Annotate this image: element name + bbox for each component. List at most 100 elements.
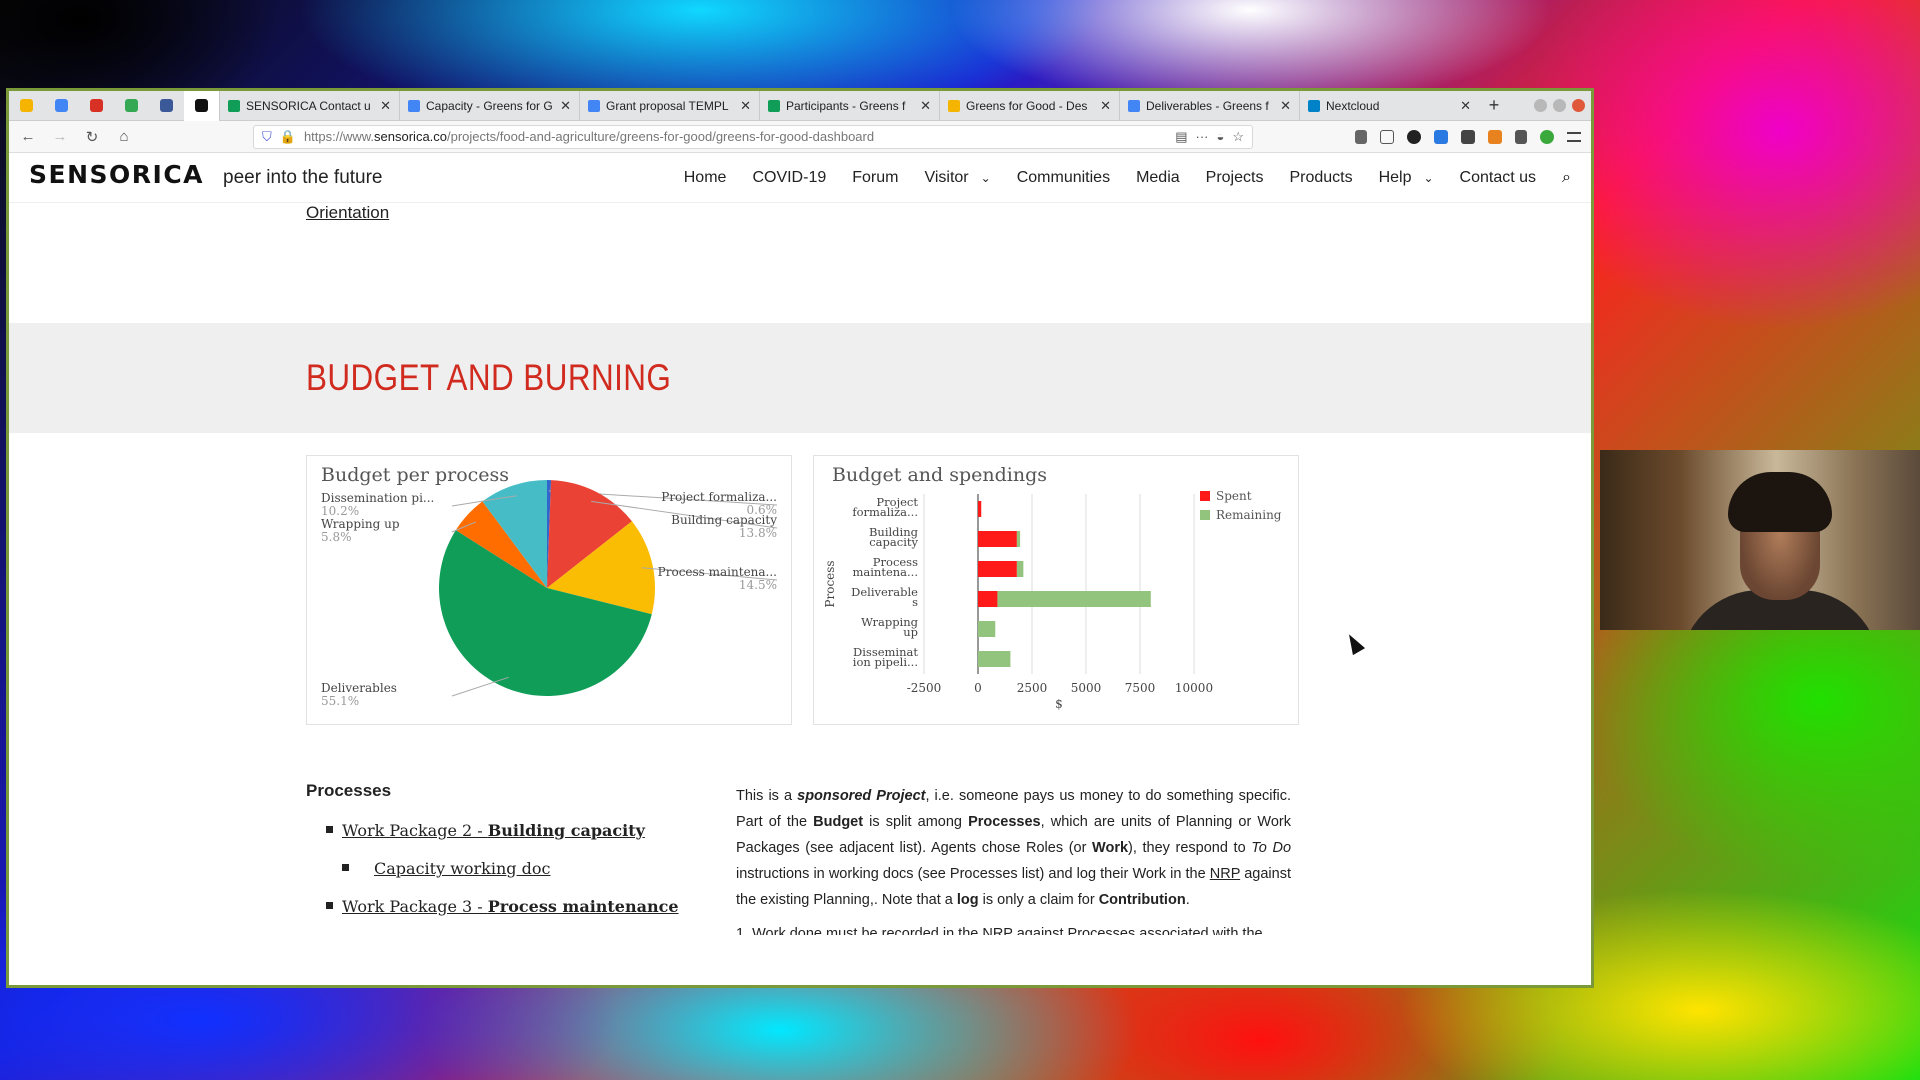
menu-item-home[interactable]: Home (684, 169, 727, 187)
section-title: BUDGET AND BURNING (306, 357, 672, 398)
toolbar-extensions (1355, 129, 1585, 144)
bar-spent[interactable] (978, 561, 1017, 577)
bar-chart[interactable]: Budget and spendings -2500 0 2500 5000 7500 10… (814, 456, 1300, 726)
maximize-icon[interactable] (1553, 99, 1566, 112)
menu-item-communities[interactable]: Communities (1017, 169, 1110, 187)
qr-icon[interactable] (1461, 129, 1475, 144)
pinned-tab-forms-icon[interactable] (149, 91, 184, 121)
bar-remaining[interactable] (1016, 531, 1021, 547)
main-menu: Home COVID-19 Forum Visitor ⌄ Communities Medi… (684, 169, 1536, 187)
forward-icon[interactable]: → (47, 128, 73, 145)
bar-remaining[interactable] (997, 591, 1151, 607)
bar-spent[interactable] (978, 591, 998, 607)
extension-blue-icon[interactable] (1434, 129, 1448, 144)
metamask-icon[interactable] (1488, 129, 1502, 144)
pie-percent: 55.1% (321, 694, 359, 708)
shield-icon[interactable]: ⛉ (262, 129, 272, 145)
person-hair (1728, 472, 1832, 532)
process-link[interactable]: Work Package 2 - Building capacity (342, 821, 645, 840)
tab-title: Capacity - Greens for G (426, 98, 553, 113)
extension-green-icon[interactable] (1540, 129, 1554, 144)
site-header: SENSORICA peer into the future Home COVID… (9, 153, 1591, 203)
menu-item-covid-19[interactable]: COVID-19 (752, 169, 826, 187)
navigation-bar: ← → ↻ ⌂ ⛉ 🔒 https://www.sensorica.co/pro… (9, 121, 1591, 153)
close-tab-icon[interactable]: ✕ (740, 98, 751, 114)
close-tab-icon[interactable]: ✕ (920, 98, 931, 114)
close-tab-icon[interactable]: ✕ (380, 98, 391, 114)
close-tab-icon[interactable]: ✕ (1460, 98, 1471, 114)
menu-item-help[interactable]: Help (1379, 169, 1412, 187)
legend-swatch (1200, 491, 1210, 501)
bar-spent[interactable] (978, 531, 1017, 547)
pinned-tab-sensorica-icon[interactable] (184, 91, 219, 121)
search-icon[interactable]: ⌕ (1562, 169, 1571, 187)
browser-tab[interactable]: Participants - Greens f ✕ (759, 91, 939, 120)
docs-icon (588, 99, 600, 112)
browser-window: SENSORICA Contact u ✕ Capacity - Greens fo… (6, 88, 1594, 988)
menu-item-contact-us[interactable]: Contact us (1460, 169, 1536, 187)
chevron-down-icon[interactable]: ⌄ (1423, 171, 1433, 185)
bar-remaining[interactable] (978, 621, 996, 637)
close-tab-icon[interactable]: ✕ (1100, 98, 1111, 114)
docs-icon (1128, 99, 1140, 112)
process-link[interactable]: Work Package 3 - Process maintenance (342, 897, 679, 916)
x-tick-label: 5000 (1071, 681, 1102, 695)
pinned-tab-drive-icon[interactable] (9, 91, 44, 121)
extension-dark-icon[interactable] (1407, 129, 1421, 144)
pie-percent: 5.8% (321, 530, 352, 544)
x-tick-label: 2500 (1017, 681, 1048, 695)
menu-item-media[interactable]: Media (1136, 169, 1180, 187)
menu-item-forum[interactable]: Forum (852, 169, 898, 187)
y-category-label: Deliverable (851, 585, 918, 599)
reader-view-icon[interactable]: ▤ (1175, 129, 1187, 145)
menu-icon[interactable] (1567, 131, 1581, 142)
browser-tab[interactable]: Grant proposal TEMPL ✕ (579, 91, 759, 120)
sidebar-icon[interactable] (1380, 129, 1394, 144)
close-tab-icon[interactable]: ✕ (1280, 98, 1291, 114)
menu-item-visitor[interactable]: Visitor (924, 169, 968, 187)
bookmark-star-icon[interactable]: ☆ (1232, 129, 1244, 145)
bar-chart-card: Budget and spendings -2500 0 2500 5000 7500 10… (813, 455, 1299, 725)
site-tagline: peer into the future (223, 166, 383, 188)
barcode-icon[interactable] (1515, 129, 1527, 144)
process-link[interactable]: Capacity working doc (374, 859, 550, 878)
pocket-icon[interactable]: ◒ (1216, 129, 1224, 144)
x-tick-label: 0 (974, 681, 982, 695)
bar-spent[interactable] (978, 501, 982, 517)
browser-tab[interactable]: Nextcloud ✕ (1299, 91, 1479, 120)
orientation-link[interactable]: Orientation (306, 203, 389, 223)
menu-item-products[interactable]: Products (1289, 169, 1352, 187)
minimize-icon[interactable] (1534, 99, 1547, 112)
pinned-tab-gmail-icon[interactable] (79, 91, 114, 121)
pinned-tab-drive-icon[interactable] (114, 91, 149, 121)
bar-remaining[interactable] (1016, 561, 1024, 577)
y-axis-label: Process (823, 560, 837, 607)
pie-label: Building capacity (671, 513, 777, 527)
browser-tab[interactable]: Capacity - Greens for G ✕ (399, 91, 579, 120)
pinned-tab-calendar-icon[interactable] (44, 91, 79, 121)
legend-label: Spent (1216, 489, 1252, 503)
browser-tab[interactable]: Deliverables - Greens f ✕ (1119, 91, 1299, 120)
pie-chart[interactable]: Budget per processProject formaliza...0.… (307, 456, 793, 726)
library-icon[interactable] (1355, 129, 1367, 144)
lock-icon: 🔒 (279, 128, 296, 144)
browser-tab[interactable]: Greens for Good - Des ✕ (939, 91, 1119, 120)
reload-icon[interactable]: ↻ (79, 128, 105, 146)
process-list-item: Work Package 2 - Building capacity (306, 821, 679, 840)
bar-remaining[interactable] (978, 651, 1011, 667)
nrp-link[interactable]: NRP (1210, 866, 1240, 882)
back-icon[interactable]: ← (15, 128, 41, 145)
menu-item-projects[interactable]: Projects (1206, 169, 1264, 187)
browser-tab[interactable]: SENSORICA Contact u ✕ (219, 91, 399, 120)
close-window-icon[interactable] (1572, 99, 1585, 112)
chevron-down-icon[interactable]: ⌄ (981, 171, 991, 185)
pie-percent: 14.5% (739, 578, 777, 592)
new-tab-button[interactable]: + (1479, 91, 1509, 120)
site-logo[interactable]: SENSORICA (29, 160, 209, 195)
sheets-icon (228, 99, 240, 112)
url-bar[interactable]: ⛉ 🔒 https://www.sensorica.co/projects/fo… (253, 124, 1253, 149)
more-actions-icon[interactable]: ··· (1195, 129, 1208, 144)
home-icon[interactable]: ⌂ (111, 128, 137, 145)
close-tab-icon[interactable]: ✕ (560, 98, 571, 114)
y-category-label: s (912, 595, 918, 609)
